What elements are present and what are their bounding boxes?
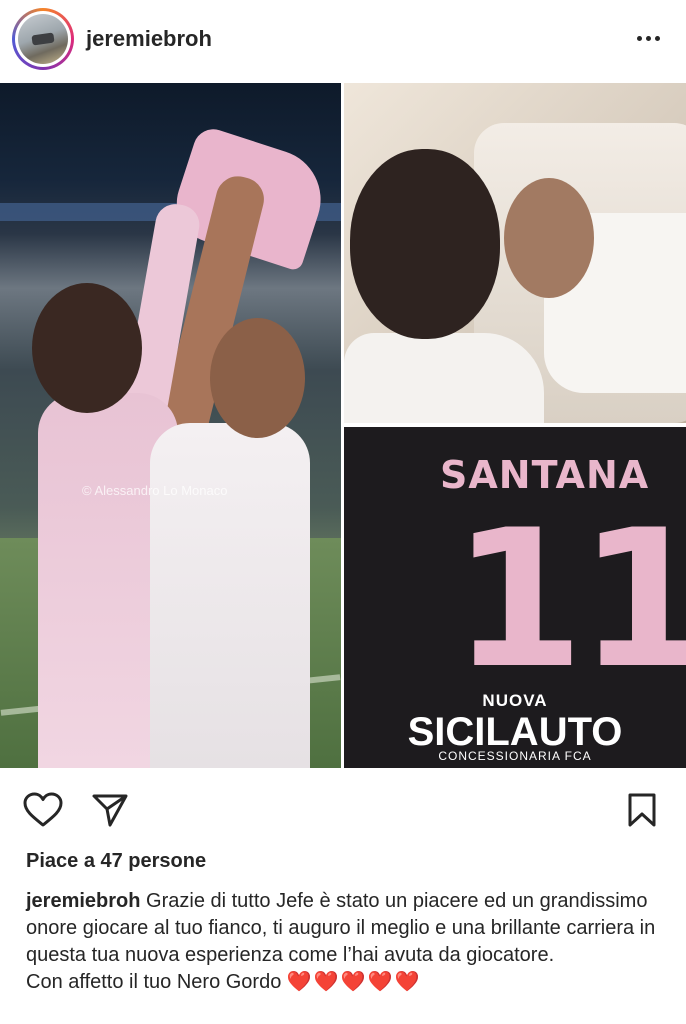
caption-sign-off: Con affetto il tuo Nero Gordo [26,971,287,993]
action-bar [0,780,686,840]
caption-username[interactable]: jeremiebroh [26,890,140,912]
sponsor-small-text: NUOVA [482,691,548,710]
username[interactable]: jeremiebroh [86,26,212,52]
player-head [210,318,305,438]
post-image[interactable]: © Alessandro Lo Monaco SANTANA 11 NUOVA … [0,83,686,768]
photo-watermark: © Alessandro Lo Monaco [82,483,228,498]
sponsor-subtitle: CONCESSIONARIA FCA [438,749,592,763]
avatar[interactable] [12,8,74,70]
send-icon[interactable] [88,788,132,832]
person-head [350,149,500,339]
heart-icon[interactable] [21,788,65,832]
shirt-number: 11 [452,489,686,710]
avatar-frame [15,11,71,67]
photo-selfie [344,83,686,423]
player-white-kit [150,423,310,768]
player-head [32,283,142,413]
avatar-image [18,14,68,64]
likes-count[interactable]: Piace a 47 persone [26,850,206,873]
photo-celebration: © Alessandro Lo Monaco [0,83,341,768]
more-options-icon[interactable] [626,22,670,54]
bookmark-icon[interactable] [620,788,664,832]
person-head [504,178,594,298]
photo-signed-shirt: SANTANA 11 NUOVA SICILAUTO CONCESSIONARI… [344,427,686,768]
heart-emojis: ❤️❤️❤️❤️❤️ [286,971,422,993]
caption: jeremiebroh Grazie di tutto Jefe è stato… [26,888,666,996]
person-shirt [344,333,544,423]
post-header: jeremiebroh [0,0,686,80]
